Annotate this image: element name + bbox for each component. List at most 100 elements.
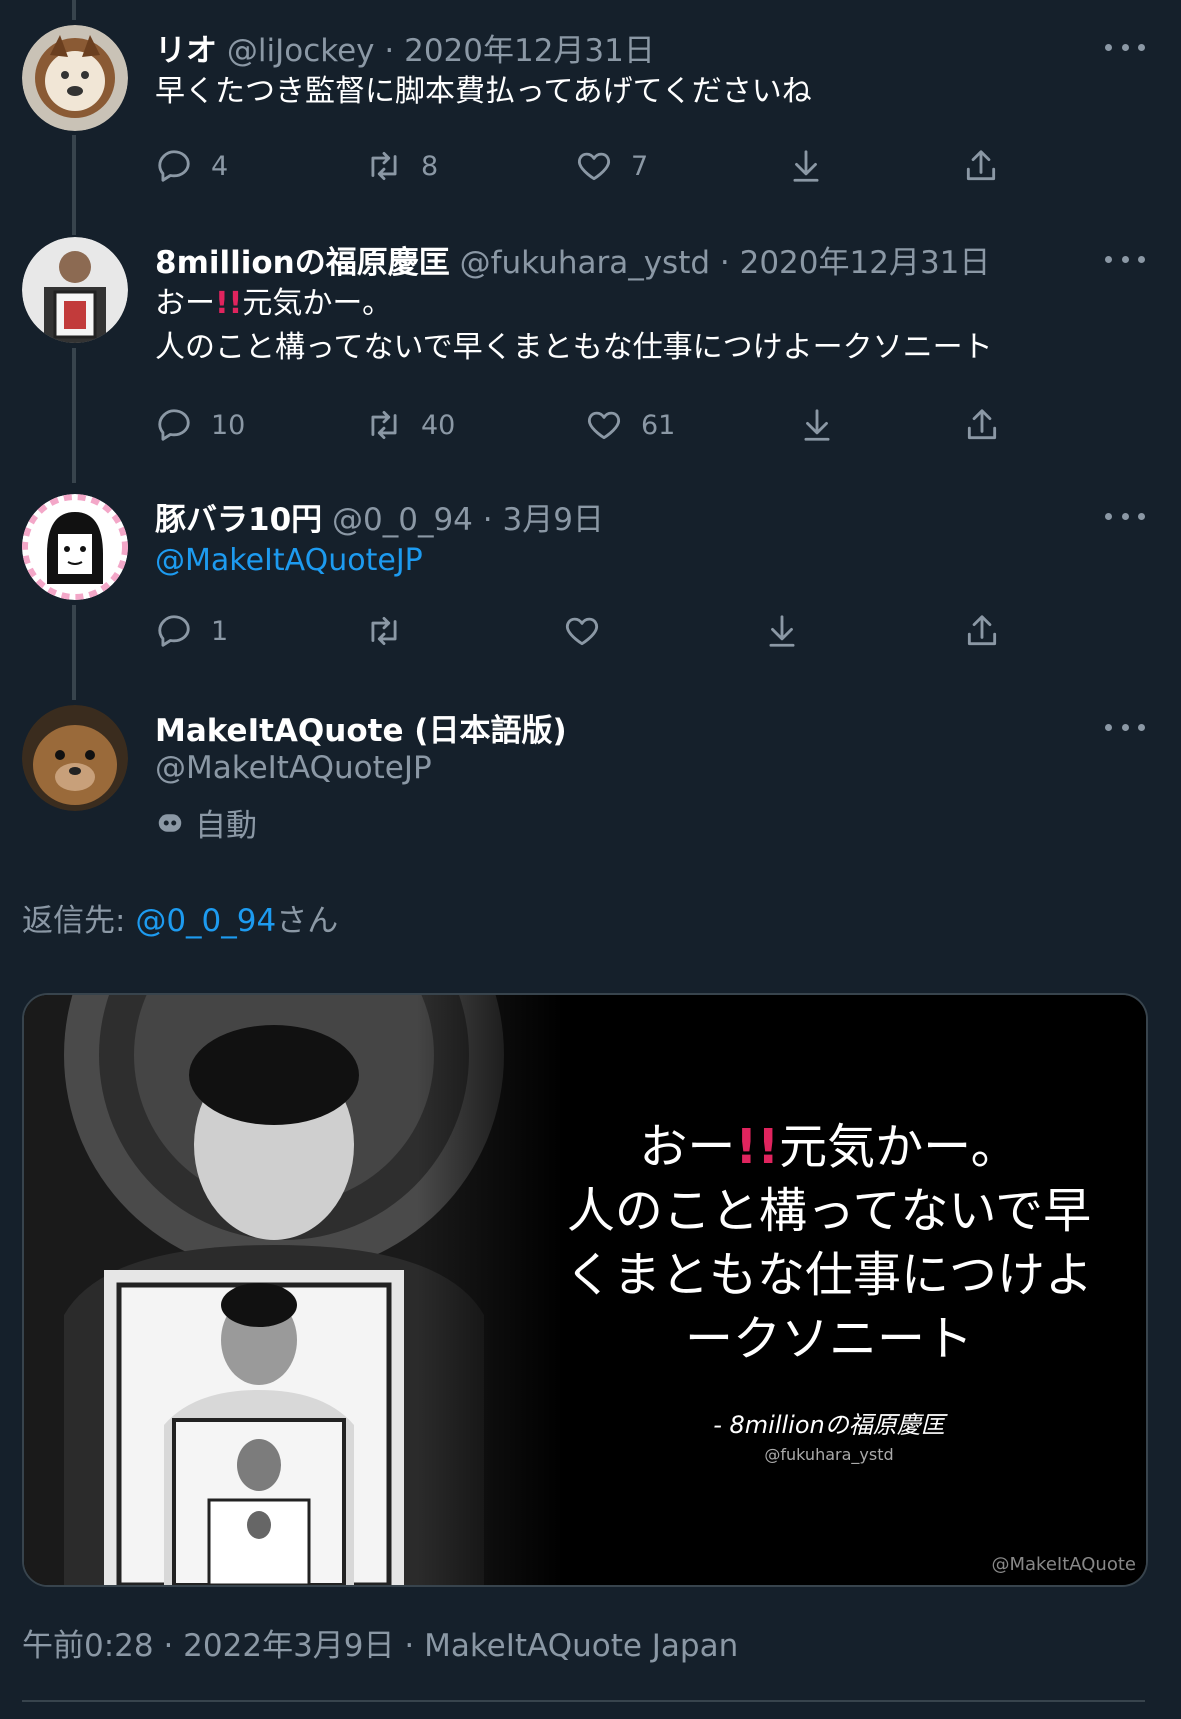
reply-button[interactable]: 10 xyxy=(155,400,245,450)
reply-to-suffix: さん xyxy=(276,903,339,939)
retweet-count: 40 xyxy=(421,409,456,441)
more-icon[interactable] xyxy=(1105,504,1145,528)
reply-icon xyxy=(158,409,190,441)
separator: · xyxy=(482,502,493,538)
retweet-button[interactable] xyxy=(365,606,403,656)
quote-image[interactable]: おー!!元気かー。 人のこと構ってないで早 くまともな仕事につけよ ークソニート… xyxy=(22,993,1148,1587)
tweet-header: MakeItAQuote (日本語版) xyxy=(155,705,567,750)
mention-link[interactable]: @MakeItAQuoteJP xyxy=(155,539,423,583)
share-button[interactable] xyxy=(963,400,1001,450)
share-icon xyxy=(966,150,996,181)
text-segment: おー xyxy=(155,286,215,321)
like-button[interactable]: 7 xyxy=(575,141,648,191)
like-count: 7 xyxy=(631,150,649,182)
quote-segment: 元気かー。 xyxy=(779,1119,1019,1175)
thread-line xyxy=(72,0,76,20)
download-button[interactable] xyxy=(763,606,801,656)
download-icon xyxy=(793,150,819,182)
more-icon[interactable] xyxy=(1105,247,1145,271)
author-name[interactable]: リオ xyxy=(155,33,217,69)
tweet[interactable]: 8millionの福原慶匡 @fukuhara_ystd · 2020年12月3… xyxy=(0,237,1181,457)
tweet-text: 早くたつき監督に脚本費払ってあげてくださいね xyxy=(155,70,812,114)
tweet-header: リオ @liJockey · 2020年12月31日 xyxy=(155,25,655,70)
tweet[interactable]: リオ @liJockey · 2020年12月31日 早くたつき監督に脚本費払っ… xyxy=(0,25,1181,195)
double-exclamation-emoji: !! xyxy=(735,1119,780,1175)
more-icon[interactable] xyxy=(1105,35,1145,59)
tweet-text-line: おー!!元気かー。 xyxy=(155,282,993,326)
author-name[interactable]: 8millionの福原慶匡 xyxy=(155,245,450,281)
text-segment: 元気かー。 xyxy=(242,286,393,321)
reply-to-mention[interactable]: @0_0_94 xyxy=(135,903,276,939)
retweet-button[interactable]: 8 xyxy=(365,141,438,191)
author-handle[interactable]: @0_0_94 xyxy=(332,502,473,538)
tweet-date[interactable]: 2020年12月31日 xyxy=(404,33,655,69)
retweet-icon xyxy=(371,410,397,440)
author-name[interactable]: MakeItAQuote (日本語版) xyxy=(155,713,567,749)
quote-author: - 8millionの福原慶匡 xyxy=(713,1411,945,1439)
separator: · xyxy=(384,33,395,69)
share-button[interactable] xyxy=(963,606,1001,656)
retweet-icon xyxy=(371,616,397,646)
like-button[interactable]: 61 xyxy=(585,400,675,450)
like-icon xyxy=(565,617,599,646)
like-icon xyxy=(577,152,611,181)
reply-to-prefix: 返信先: xyxy=(22,903,126,939)
retweet-icon xyxy=(371,151,397,181)
divider xyxy=(22,1700,1145,1702)
reply-icon xyxy=(158,615,190,647)
tweet-actions: 4 8 7 xyxy=(155,141,1015,191)
tweet-text-line: 人のこと構ってないで早くまともな仕事につけよークソニート xyxy=(155,330,993,365)
tweet-date[interactable]: 2020年12月31日 xyxy=(740,245,991,281)
quote-text: おー!!元気かー。 人のこと構ってないで早 くまともな仕事につけよ ークソニート xyxy=(514,1115,1144,1371)
reply-count: 10 xyxy=(211,409,246,441)
reply-icon xyxy=(158,150,190,182)
tweet-text: @MakeItAQuoteJP xyxy=(155,539,423,583)
double-exclamation-emoji: !! xyxy=(215,286,243,321)
author-handle[interactable]: @MakeItAQuoteJP xyxy=(155,750,432,786)
author-handle[interactable]: @liJockey xyxy=(227,33,375,69)
avatar[interactable] xyxy=(22,494,128,600)
tweet-timestamp[interactable]: 午前0:28 · 2022年3月9日 · MakeItAQuote Japan xyxy=(22,1620,738,1665)
retweet-button[interactable]: 40 xyxy=(365,400,455,450)
download-button[interactable] xyxy=(787,141,825,191)
tweet-text: おー!!元気かー。 人のこと構ってないで早くまともな仕事につけよークソニート xyxy=(155,282,993,370)
like-button[interactable] xyxy=(563,606,601,656)
like-count: 61 xyxy=(641,409,676,441)
like-icon xyxy=(587,411,621,440)
more-icon[interactable] xyxy=(1105,715,1145,739)
tweet-actions: 1 xyxy=(155,606,1015,656)
automated-label: 自動 xyxy=(155,800,257,845)
bot-icon xyxy=(158,813,182,832)
tweet-date[interactable]: 3月9日 xyxy=(502,502,603,538)
author-name[interactable]: 豚バラ10円 xyxy=(155,502,322,538)
download-icon xyxy=(769,615,795,647)
reply-to-line: 返信先: @0_0_94さん xyxy=(22,895,338,940)
download-button[interactable] xyxy=(798,400,836,450)
quote-author-handle: @fukuhara_ystd xyxy=(764,1445,894,1464)
separator: · xyxy=(719,245,730,281)
automated-text: 自動 xyxy=(195,808,257,844)
tweet-header: 8millionの福原慶匡 @fukuhara_ystd · 2020年12月3… xyxy=(155,237,990,282)
tweet-text-line: 早くたつき監督に脚本費払ってあげてくださいね xyxy=(155,74,812,109)
tweet[interactable]: 豚バラ10円 @0_0_94 · 3月9日 @MakeItAQuoteJP 1 xyxy=(0,494,1181,664)
reply-button[interactable]: 4 xyxy=(155,141,228,191)
tweet-header: 豚バラ10円 @0_0_94 · 3月9日 xyxy=(155,494,604,539)
share-icon xyxy=(967,615,997,646)
author-handle[interactable]: @fukuhara_ystd xyxy=(460,245,710,281)
quote-line: おー!!元気かー。 xyxy=(514,1115,1144,1179)
watermark: @MakeItAQuote xyxy=(991,1554,1136,1575)
quote-segment: おー xyxy=(639,1119,736,1175)
reply-count: 1 xyxy=(211,615,229,647)
share-icon xyxy=(967,409,997,440)
reply-button[interactable]: 1 xyxy=(155,606,228,656)
download-icon xyxy=(804,409,830,441)
avatar[interactable] xyxy=(22,237,128,343)
quote-line: くまともな仕事につけよ xyxy=(564,1247,1093,1303)
author-handle-line: @MakeItAQuoteJP xyxy=(155,750,432,786)
retweet-count: 8 xyxy=(421,150,439,182)
quote-line: 人のこと構ってないで早 xyxy=(566,1183,1092,1239)
avatar[interactable] xyxy=(22,25,128,131)
reply-count: 4 xyxy=(211,150,229,182)
share-button[interactable] xyxy=(962,141,1000,191)
avatar[interactable] xyxy=(22,705,128,811)
